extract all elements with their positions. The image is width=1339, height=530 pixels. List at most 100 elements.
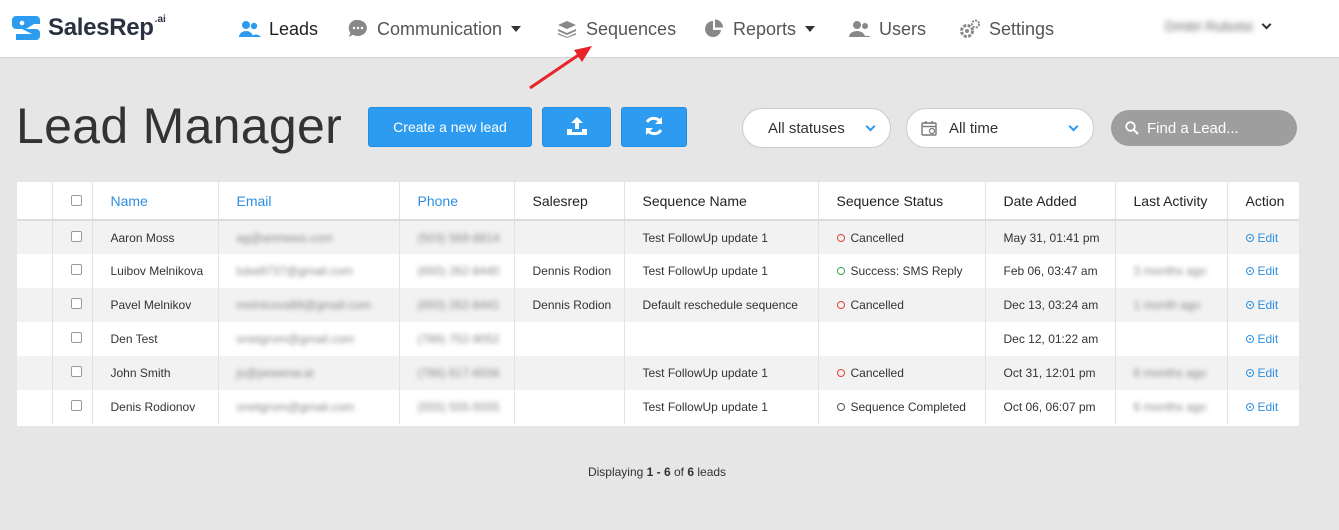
lead-phone: (503) 569-8814 [417,230,500,245]
row-select-cell[interactable] [52,254,93,288]
select-all-cell[interactable] [52,182,93,221]
edit-icon [1245,301,1254,309]
edit-icon [1245,335,1254,343]
edit-label: Edit [1257,298,1279,312]
lead-email: luba9737@gmail.com [236,264,353,278]
upload-button[interactable] [542,107,611,147]
row-checkbox[interactable] [70,400,82,411]
layers-icon [556,19,578,39]
lead-date-added: Oct 31, 12:01 pm [985,356,1116,390]
table-row[interactable]: Pavel Melnikov melnicova88@gmail.com (650)… [17,288,1299,322]
edit-label: Edit [1257,366,1279,380]
salesrep-logo-icon [12,13,42,43]
brand-suffix: .ai [154,13,166,25]
nav-users-label: Users [879,18,927,39]
search-placeholder: Find a Lead... [1147,119,1239,137]
column-header-email[interactable]: Email [218,182,400,221]
lead-name[interactable]: Den Test [92,322,219,356]
row-checkbox[interactable] [70,332,82,343]
nav-leads[interactable]: Leads [239,16,318,42]
nav-leads-label: Leads [269,18,319,39]
chevron-down-icon [865,121,876,132]
table-row[interactable]: Aaron Moss ag@anmews.com (503) 569-8814 Tes… [17,220,1299,254]
row-select-cell[interactable] [52,390,93,424]
table-row[interactable]: John Smith js@pewenw.ai (786) 617-6556 Test… [17,356,1299,390]
row-select-cell[interactable] [52,288,93,322]
user-menu[interactable]: Dmitri Rubotsi [1165,18,1272,34]
lead-date-added: May 31, 01:41 pm [985,220,1116,254]
row-checkbox[interactable] [70,264,82,275]
table-row[interactable]: Luibov Melnikova luba9737@gmail.com (650) … [17,254,1299,288]
chevron-down-icon [1261,19,1272,29]
gear-icon [959,19,981,39]
lead-email: ag@anmews.com [236,230,333,245]
edit-label: Edit [1257,332,1279,346]
row-checkbox[interactable] [70,366,82,377]
edit-link[interactable]: Edit [1245,231,1278,245]
column-header-salesrep: Salesrep [514,182,625,221]
lead-email: onetgrom@gmail.com [236,400,355,414]
column-header-action: Action [1227,182,1299,221]
lead-email-cell: ag@anmews.com [218,220,400,254]
lead-date-added: Oct 06, 06:07 pm [985,390,1116,424]
logo[interactable]: SalesRep .ai [12,10,166,46]
lead-last-activity-cell: 3 months ago [1115,254,1228,288]
column-header-phone[interactable]: Phone [399,182,515,221]
nav-settings[interactable]: Settings [959,16,1054,42]
edit-link[interactable]: Edit [1245,400,1279,414]
search-icon [1125,121,1139,135]
page-title: Lead Manager [16,98,343,154]
lead-sequence-status: Cancelled [818,356,986,390]
nav-communication[interactable]: Communication [347,16,522,42]
create-lead-button[interactable]: Create a new lead [368,107,532,147]
nav-users[interactable]: Users [849,16,926,42]
lead-salesrep [514,356,625,390]
lead-name[interactable]: Aaron Moss [92,220,219,254]
lead-sequence-name: Default reschedule sequence [624,288,819,322]
row-select-cell[interactable] [52,356,93,390]
edit-link[interactable]: Edit [1245,332,1279,346]
edit-link[interactable]: Edit [1245,264,1278,278]
lead-name[interactable]: Luibov Melnikova [92,254,219,288]
status-label: Cancelled [850,366,904,380]
table-row[interactable]: Den Test onetgrom@gmail.com (786) 752-9052… [17,322,1299,356]
edit-link[interactable]: Edit [1245,298,1279,312]
edit-label: Edit [1257,400,1279,414]
lead-name[interactable]: Pavel Melnikov [92,288,219,322]
row-select-cell[interactable] [52,220,93,254]
lead-name[interactable]: Denis Rodionov [92,390,219,424]
nav-settings-label: Settings [989,18,1055,39]
row-spacer [17,254,53,288]
lead-salesrep [514,390,625,424]
time-filter-dropdown[interactable]: All time [906,108,1094,148]
status-filter-dropdown[interactable]: All statuses [742,108,891,148]
row-checkbox[interactable] [70,298,82,309]
lead-phone-cell: (786) 617-6556 [399,356,515,390]
lead-email: onetgrom@gmail.com [236,332,355,346]
row-checkbox[interactable] [70,230,82,242]
header-spacer [17,182,53,221]
column-header-name[interactable]: Name [92,182,219,221]
nav-communication-label: Communication [377,18,503,39]
lead-sequence-name: Test FollowUp update 1 [624,220,819,254]
edit-icon [1245,233,1254,242]
edit-link[interactable]: Edit [1245,366,1279,380]
lead-email-cell: onetgrom@gmail.com [218,322,400,356]
lead-action-cell: Edit [1227,390,1299,424]
lead-last-activity-cell: 1 month ago [1115,288,1228,322]
select-all-checkbox[interactable] [70,194,82,206]
lead-sequence-status: Sequence Completed [818,390,986,424]
lead-action-cell: Edit [1227,322,1299,356]
row-select-cell[interactable] [52,322,93,356]
refresh-button[interactable] [621,107,687,147]
lead-name[interactable]: John Smith [92,356,219,390]
lead-date-added: Dec 13, 03:24 am [985,288,1116,322]
lead-sequence-status: Cancelled [818,288,986,322]
lead-phone-cell: (650) 262-8440 [399,254,515,288]
table-row[interactable]: Denis Rodionov onetgrom@gmail.com (555) 55… [17,390,1299,424]
nav-reports[interactable]: Reports [703,16,816,42]
column-header-date-added: Date Added [985,182,1116,221]
users-icon [239,19,261,39]
search-input[interactable]: Find a Lead... [1111,110,1297,146]
brand-name: SalesRep [48,14,154,41]
